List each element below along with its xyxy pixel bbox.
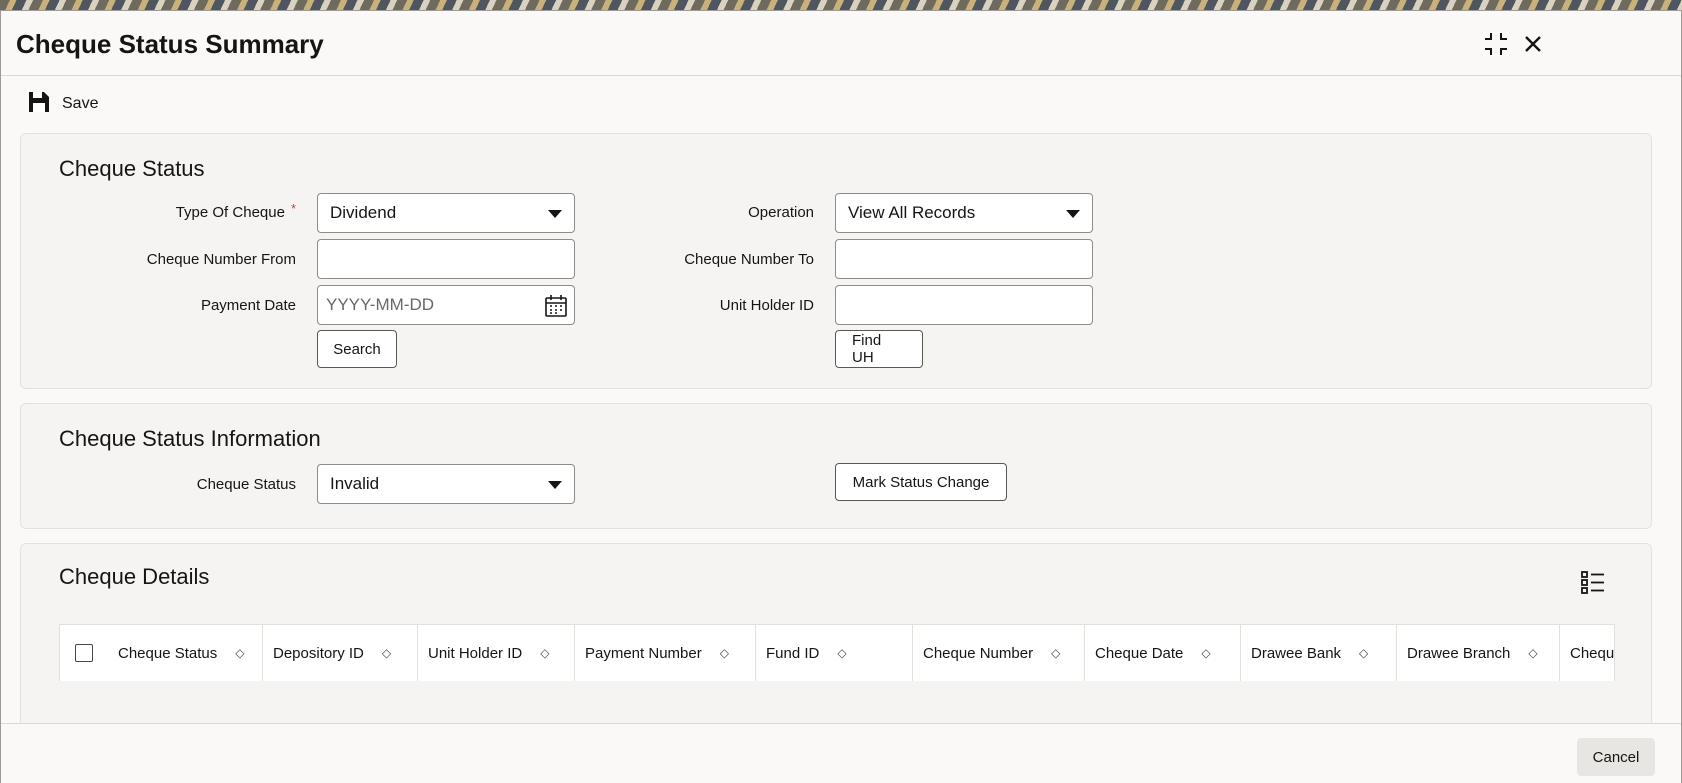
col-header-label: Unit Holder ID xyxy=(428,644,523,662)
window-footer: Cancel xyxy=(1,723,1681,783)
col-header-cheque-date[interactable]: Cheque Date ◇ xyxy=(1085,625,1241,681)
sort-icon[interactable]: ◇ xyxy=(235,646,244,660)
cheque-status-select[interactable]: Invalid xyxy=(317,464,575,504)
select-all-checkbox[interactable] xyxy=(60,625,108,681)
col-header-drawee-bank[interactable]: Drawee Bank ◇ xyxy=(1241,625,1397,681)
chevron-down-icon xyxy=(548,210,562,218)
unit-holder-id-input[interactable] xyxy=(835,285,1093,325)
operation-select[interactable]: View All Records xyxy=(835,193,1093,233)
page-title: Cheque Status Summary xyxy=(16,29,324,59)
search-button[interactable]: Search xyxy=(317,330,397,368)
cheque-status-heading: Cheque Status xyxy=(59,156,205,181)
column-list-icon[interactable] xyxy=(1581,570,1605,599)
sort-icon[interactable]: ◇ xyxy=(837,646,846,660)
save-label: Save xyxy=(62,95,99,112)
cheque-number-from-label: Cheque Number From xyxy=(146,251,296,268)
sort-icon[interactable]: ◇ xyxy=(720,646,729,660)
col-header-label: Payment Number xyxy=(585,644,702,662)
col-header-cheque-status[interactable]: Cheque Status ◇ xyxy=(108,625,263,681)
type-of-cheque-select[interactable]: Dividend xyxy=(317,193,575,233)
chevron-down-icon xyxy=(548,481,562,489)
payment-date-input[interactable]: YYYY-MM-DD xyxy=(317,285,575,325)
find-uh-button[interactable]: Find UH xyxy=(835,330,923,368)
toolbar: Save xyxy=(1,87,1681,121)
sort-icon[interactable]: ◇ xyxy=(540,646,549,660)
save-button[interactable]: Save xyxy=(28,87,98,121)
sort-icon[interactable]: ◇ xyxy=(1528,646,1537,660)
operation-value: View All Records xyxy=(848,203,976,222)
cheque-status-information-heading: Cheque Status Information xyxy=(59,426,321,451)
cheque-status-label: Cheque Status xyxy=(196,476,296,493)
sort-icon[interactable]: ◇ xyxy=(1359,646,1368,660)
col-header-cheque-number[interactable]: Cheque Number ◇ xyxy=(913,625,1085,681)
cheque-status-summary-window: Cheque Status Summary Save Cheque Status… xyxy=(0,10,1682,783)
type-of-cheque-value: Dividend xyxy=(330,203,397,222)
maximize-icon[interactable] xyxy=(1481,29,1511,59)
col-header-label: Drawee Bank xyxy=(1251,644,1342,662)
col-header-depository-id[interactable]: Depository ID ◇ xyxy=(263,625,418,681)
type-of-cheque-label-text: Type Of Cheque xyxy=(175,204,285,221)
calendar-icon[interactable] xyxy=(544,294,568,323)
mark-status-change-button[interactable]: Mark Status Change xyxy=(835,463,1007,501)
sort-icon[interactable]: ◇ xyxy=(382,646,391,660)
col-header-label: Cheque Date xyxy=(1095,644,1184,662)
col-header-label: Depository ID xyxy=(273,644,364,662)
cheque-details-panel: Cheque Details Cheque Status ◇ Depository… xyxy=(20,543,1652,724)
payment-date-placeholder: YYYY-MM-DD xyxy=(326,295,434,314)
close-icon[interactable] xyxy=(1518,29,1548,59)
col-header-unit-holder-id[interactable]: Unit Holder ID ◇ xyxy=(418,625,575,681)
col-header-label: Cheque Status xyxy=(118,644,218,662)
window-header: Cheque Status Summary xyxy=(1,11,1681,76)
cheque-details-heading: Cheque Details xyxy=(59,564,210,589)
col-header-drawee-branch[interactable]: Drawee Branch ◇ xyxy=(1397,625,1560,681)
cheque-status-information-panel: Cheque Status Information Cheque Status … xyxy=(20,403,1652,529)
col-header-payment-number[interactable]: Payment Number ◇ xyxy=(575,625,756,681)
cheque-number-to-label: Cheque Number To xyxy=(684,251,814,268)
col-header-label: Fund ID xyxy=(766,644,820,662)
background-banner xyxy=(0,0,1682,10)
cheque-status-panel: Cheque Status Type Of Cheque * Dividend O… xyxy=(20,133,1652,389)
cheque-number-to-input[interactable] xyxy=(835,239,1093,279)
cheque-details-table: Cheque Status ◇ Depository ID ◇ Unit Holde… xyxy=(59,624,1615,681)
sort-icon[interactable]: ◇ xyxy=(1051,646,1060,660)
sort-icon[interactable]: ◇ xyxy=(1201,646,1210,660)
col-header-fund-id[interactable]: Fund ID ◇ xyxy=(756,625,913,681)
cheque-number-from-input[interactable] xyxy=(317,239,575,279)
chevron-down-icon xyxy=(1066,210,1080,218)
unit-holder-id-label: Unit Holder ID xyxy=(719,297,814,314)
col-header-label: Chequ xyxy=(1570,644,1615,662)
cancel-button[interactable]: Cancel xyxy=(1577,738,1655,776)
required-mark: * xyxy=(290,201,296,216)
cheque-status-value: Invalid xyxy=(330,474,380,493)
payment-date-label: Payment Date xyxy=(200,297,296,314)
type-of-cheque-label: Type Of Cheque * xyxy=(175,201,296,221)
checkbox-icon xyxy=(75,644,93,662)
col-header-label: Cheque Number xyxy=(923,644,1034,662)
col-header-label: Drawee Branch xyxy=(1407,644,1511,662)
operation-label: Operation xyxy=(748,204,814,221)
col-header-cheque-truncated[interactable]: Chequ xyxy=(1560,625,1615,681)
save-icon xyxy=(28,91,50,118)
